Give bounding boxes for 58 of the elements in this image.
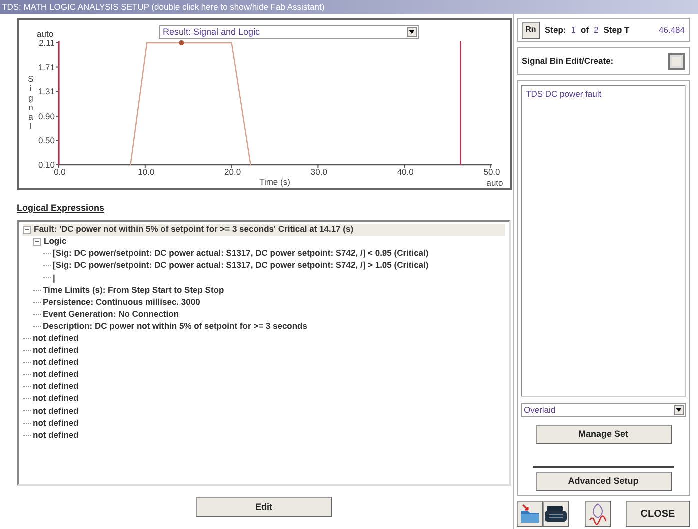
tree-item[interactable]: not defined xyxy=(33,404,79,418)
section-heading: Logical Expressions xyxy=(17,202,105,215)
waveform-icon[interactable] xyxy=(584,501,610,527)
tree-item[interactable]: Time Limits (s): From Step Start to Step Stop xyxy=(43,284,224,296)
tree-item[interactable]: Persistence: Continuous millisec. 3000 xyxy=(43,296,200,308)
list-item[interactable]: TDS DC power fault xyxy=(526,88,681,101)
signal-bin-label: Signal Bin Edit/Create: xyxy=(522,54,614,68)
tree-item[interactable]: not defined xyxy=(33,416,79,430)
x-tick-label: 10.0 xyxy=(138,167,155,177)
x-tick-label: 50.0 xyxy=(484,167,500,177)
y-tick-label: 0.50 xyxy=(38,136,55,146)
step-button[interactable]: Rn xyxy=(522,22,540,38)
tree-item[interactable]: not defined xyxy=(33,380,79,394)
of-label: of xyxy=(580,24,590,36)
step-label: Step: xyxy=(545,24,566,36)
tree-item[interactable]: not defined xyxy=(33,428,79,442)
tree-item[interactable]: [Sig: DC power/setpoint: DC power actual: S1317, DC power setpoint: S742, /] > 1.05 (Critical) xyxy=(53,259,429,272)
tree-item[interactable]: Event Generation: No Connection xyxy=(43,308,180,321)
step-number: 1 xyxy=(571,24,576,36)
x-tick-label: 30.0 xyxy=(310,167,328,177)
close-button[interactable]: CLOSE xyxy=(626,501,690,527)
step-count: 2 xyxy=(594,24,599,36)
tree-item[interactable]: not defined xyxy=(33,332,79,345)
x-axis-label: Time (s) xyxy=(260,177,290,187)
tree-item[interactable]: not defined xyxy=(33,368,79,382)
folder-icon[interactable] xyxy=(517,501,543,527)
tree-item[interactable]: Logic xyxy=(44,235,67,248)
y-tick-label: 0.10 xyxy=(38,160,55,170)
collapse-icon[interactable] xyxy=(23,226,31,234)
result-dropdown[interactable]: Result: Signal and Logic xyxy=(159,25,419,39)
collapse-icon[interactable] xyxy=(33,238,41,246)
tree-item[interactable]: [Sig: DC power/setpoint: DC power actual: S1317, DC power setpoint: S742, /] < 0.95 (Critical) xyxy=(53,247,429,260)
square-button[interactable] xyxy=(668,52,685,70)
y-axis-label: Signal xyxy=(28,74,34,132)
edit-button[interactable]: Edit xyxy=(196,497,332,518)
x-tick-label: 40.0 xyxy=(397,167,414,177)
x-tick-label: 20.0 xyxy=(224,167,242,177)
y-tick-label: 2.11 xyxy=(39,38,55,48)
step-time-label: Step T xyxy=(604,24,630,36)
tree-item[interactable]: Description: DC power not within 5% of setpoint for >= 3 seconds xyxy=(43,320,308,333)
tree-item[interactable]: not defined xyxy=(33,356,79,369)
tree-item[interactable]: not defined xyxy=(33,392,79,406)
caret-icon[interactable] xyxy=(407,27,417,37)
printer-icon[interactable] xyxy=(543,501,569,527)
x-tick-label: 0.0 xyxy=(54,167,66,177)
y-tick-label: 1.71 xyxy=(38,62,55,72)
manage-set-button[interactable]: Manage Set xyxy=(536,425,672,444)
tree-item[interactable]: not defined xyxy=(33,344,79,357)
cursor-dot[interactable] xyxy=(179,40,184,46)
axis-auto-label: auto xyxy=(486,178,504,188)
axis-auto-label: auto xyxy=(37,29,54,39)
y-tick-label: 0.90 xyxy=(38,111,55,122)
caret-icon[interactable] xyxy=(674,405,684,415)
tree-item[interactable]: | xyxy=(53,272,56,284)
step-time: 46.484 xyxy=(659,24,685,36)
y-tick-label: 1.31 xyxy=(38,86,55,97)
display-mode-dropdown[interactable]: Overlaid xyxy=(521,403,686,417)
advanced-setup-button[interactable]: Advanced Setup xyxy=(536,472,672,491)
